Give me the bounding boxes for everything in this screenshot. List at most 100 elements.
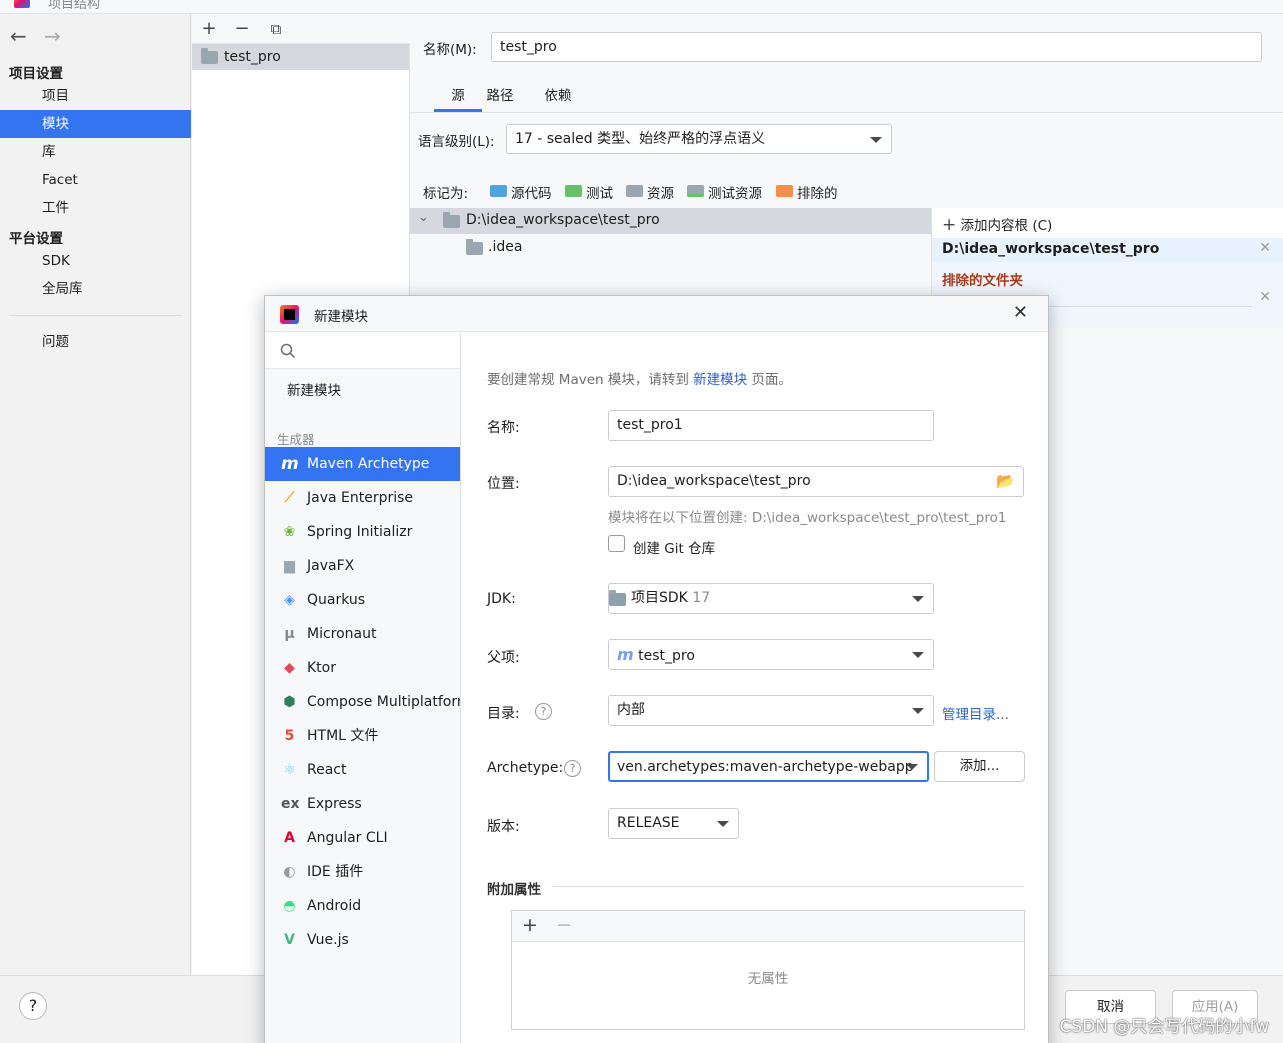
content-root-path: D:\idea_workspace\test_pro [942, 241, 1160, 257]
generator-item[interactable]: ex Express [265, 787, 460, 821]
archetype-label: Archetype: [487, 760, 564, 776]
generator-item[interactable]: V Vue.js [265, 923, 460, 957]
generator-item[interactable]: ⬢ Compose Multiplatform [265, 685, 460, 719]
generator-item[interactable]: ▆ JavaFX [265, 549, 460, 583]
maven-icon: m [281, 454, 299, 474]
module-name-input[interactable]: test_pro [491, 32, 1262, 62]
generator-item[interactable]: m Maven Archetype [265, 447, 460, 481]
jdk-select[interactable]: 项目SDK 17 [608, 583, 934, 614]
add-icon[interactable]: + [199, 19, 219, 39]
compose-icon: ⬢ [283, 694, 296, 710]
archetype-value: ven.archetypes:maven-archetype-webapp [617, 759, 914, 775]
language-level-select[interactable]: 17 - sealed 类型、始终严格的浮点语义 [506, 124, 892, 154]
tab-paths[interactable]: 路径 [480, 84, 520, 112]
location-input[interactable]: D:\idea_workspace\test_pro 📂 [608, 466, 1024, 497]
language-level-value: 17 - sealed 类型、始终严格的浮点语义 [515, 131, 766, 147]
mark-resources-button[interactable]: 资源 [626, 182, 674, 202]
generator-label: Spring Initializr [307, 524, 413, 540]
jdk-value: 项目SDK [631, 590, 688, 606]
new-module-item[interactable]: 新建模块 [287, 379, 341, 399]
sidebar-item-sdk[interactable]: SDK [0, 247, 191, 275]
tab-dependencies[interactable]: 依赖 [538, 84, 578, 112]
back-arrow-icon[interactable]: ← [10, 24, 27, 48]
generator-label: IDE 插件 [307, 864, 364, 880]
mark-sources-label: 源代码 [511, 186, 552, 202]
copy-icon[interactable]: ⧉ [266, 19, 286, 39]
generator-label: Java Enterprise [307, 490, 414, 506]
location-hint: 模块将在以下位置创建: D:\idea_workspace\test_pro\t… [608, 510, 1007, 526]
new-module-dialog: 新建模块 ✕ 新建模块 生成器 m Maven Archetype ⟋ Java En… [264, 295, 1049, 1043]
add-content-root-button[interactable]: + 添加内容根 (C) [942, 214, 1052, 235]
chevron-down-icon[interactable]: ⌄ [418, 210, 429, 225]
vue-icon: V [284, 932, 295, 948]
add-icon[interactable]: + [522, 914, 538, 936]
manage-catalogs-link[interactable]: 管理目录... [942, 703, 1009, 723]
close-icon[interactable]: ✕ [1013, 302, 1028, 323]
version-select[interactable]: RELEASE [608, 808, 739, 839]
generator-item[interactable]: ❀ Spring Initializr [265, 515, 460, 549]
generator-item[interactable]: ⟋ Java Enterprise [265, 481, 460, 515]
version-value: RELEASE [617, 815, 680, 831]
name-input[interactable]: test_pro1 [608, 410, 934, 441]
sidebar-item-artifacts[interactable]: 工件 [0, 194, 191, 222]
sidebar-item-project[interactable]: 项目 [0, 82, 191, 110]
remove-icon[interactable]: − [232, 19, 252, 39]
archetype-add-button[interactable]: 添加... [934, 751, 1025, 782]
module-folder-icon [201, 48, 218, 64]
generator-label: Angular CLI [307, 830, 388, 846]
generator-item[interactable]: A Angular CLI [265, 821, 460, 855]
archetype-help-icon[interactable]: ? [564, 760, 581, 777]
module-row-test-pro[interactable]: test_pro [192, 44, 409, 70]
generator-search-input[interactable] [265, 333, 460, 369]
sidebar-item-problems[interactable]: 问题 [0, 328, 191, 356]
generator-list: 新建模块 生成器 m Maven Archetype ⟋ Java Enterpris… [265, 333, 461, 1043]
sidebar-item-modules[interactable]: 模块 [0, 110, 191, 138]
express-icon: ex [281, 796, 300, 812]
generator-label: Express [307, 796, 362, 812]
name-label: 名称: [487, 420, 520, 436]
generator-item[interactable]: 5 HTML 文件 [265, 719, 460, 753]
sidebar-item-global-libraries[interactable]: 全局库 [0, 275, 191, 303]
no-properties-text: 无属性 [747, 971, 789, 987]
generator-item[interactable]: ◈ Quarkus [265, 583, 460, 617]
generator-item[interactable]: ◐ IDE 插件 [265, 855, 460, 889]
help-icon[interactable]: ? [19, 992, 47, 1020]
tree-root-row[interactable]: ⌄ D:\idea_workspace\test_pro [410, 208, 931, 234]
archetype-combo[interactable]: ven.archetypes:maven-archetype-webapp [608, 751, 929, 782]
module-list-toolbar: + − ⧉ [192, 14, 410, 44]
close-icon[interactable]: ✕ [1259, 289, 1271, 305]
catalog-help-icon[interactable]: ? [535, 703, 552, 720]
content-root-row[interactable]: D:\idea_workspace\test_pro ✕ [932, 238, 1283, 262]
generator-item[interactable]: ◆ Ktor [265, 651, 460, 685]
folder-browse-icon[interactable]: 📂 [996, 467, 1015, 496]
tree-root-path: D:\idea_workspace\test_pro [466, 212, 660, 228]
tree-child-row[interactable]: .idea [410, 234, 931, 260]
catalog-select[interactable]: 内部 [608, 695, 934, 726]
generator-item[interactable]: μ Micronaut [265, 617, 460, 651]
generator-label: React [307, 762, 347, 778]
excluded-folder-icon [776, 185, 793, 197]
mark-tests-button[interactable]: 测试 [565, 182, 613, 202]
close-icon[interactable]: ✕ [1259, 240, 1271, 256]
chevron-down-icon [912, 652, 924, 658]
tab-sources[interactable]: 源 [434, 84, 482, 112]
generator-item[interactable]: ⚛ React [265, 753, 460, 787]
mark-excluded-button[interactable]: 排除的 [776, 182, 838, 202]
mark-sources-button[interactable]: 源代码 [490, 182, 552, 202]
sidebar-divider [9, 315, 181, 316]
extra-properties-heading: 附加属性 [487, 882, 541, 898]
mark-test-resources-button[interactable]: 测试资源 [687, 182, 762, 202]
sidebar-item-libraries[interactable]: 库 [0, 138, 191, 166]
create-git-checkbox[interactable] [608, 535, 625, 552]
sidebar-item-facet[interactable]: Facet [0, 166, 191, 194]
remove-icon[interactable]: − [556, 914, 572, 936]
forward-arrow-icon[interactable]: → [44, 24, 61, 48]
mark-as-label: 标记为: [423, 186, 469, 202]
parent-select[interactable]: m test_pro [608, 639, 934, 670]
new-module-link[interactable]: 新建模块 [693, 372, 747, 388]
generator-item[interactable]: ◓ Android [265, 889, 460, 923]
generator-label: Maven Archetype [307, 456, 430, 472]
language-level-label: 语言级别(L): [418, 134, 495, 150]
dialog-title-bar: 新建模块 ✕ [265, 296, 1048, 332]
sources-folder-icon [490, 185, 507, 197]
